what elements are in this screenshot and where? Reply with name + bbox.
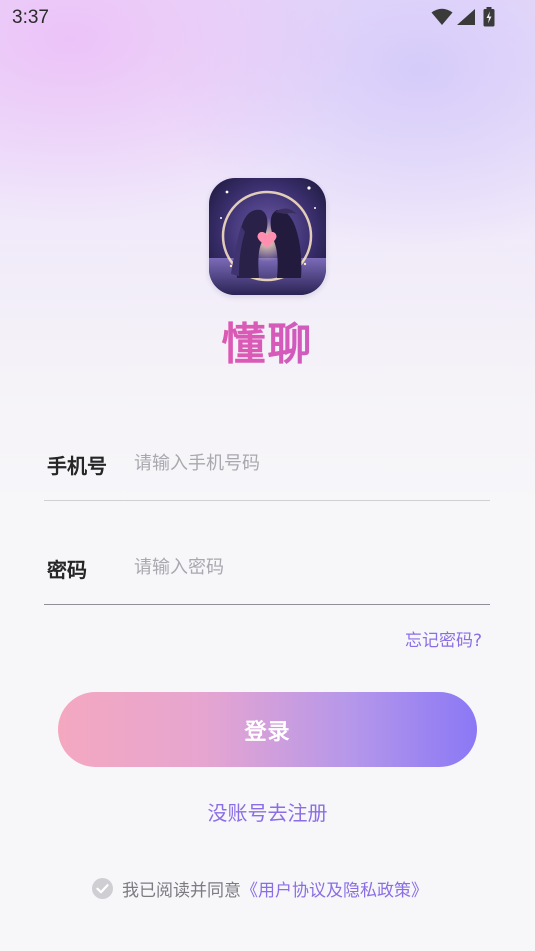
login-screen: 3:37 懂聊 手机号 请输入手机号码 密码 忘记密码? 登录 没账号去注册 我… [0, 0, 535, 951]
app-logo [209, 178, 326, 295]
check-icon [96, 883, 109, 893]
agreement-checkbox[interactable] [92, 877, 113, 899]
password-field: 密码 [44, 546, 490, 605]
login-button[interactable]: 登录 [58, 692, 477, 767]
password-label: 密码 [47, 558, 87, 582]
battery-icon [483, 7, 495, 27]
status-icons [431, 7, 495, 27]
status-bar: 3:37 [0, 0, 535, 36]
couple-logo-icon [209, 178, 326, 295]
register-link[interactable]: 没账号去注册 [0, 797, 535, 826]
cell-signal-icon [456, 8, 476, 26]
agreement-row: 我已阅读并同意 《用户协议及隐私政策》 [92, 876, 428, 901]
status-time: 3:37 [12, 7, 49, 28]
phone-label: 手机号 [47, 454, 107, 478]
agreement-policy-link[interactable]: 《用户协议及隐私政策》 [241, 876, 428, 901]
phone-input[interactable] [134, 444, 474, 482]
forgot-password-link[interactable]: 忘记密码? [405, 626, 482, 651]
agreement-prefix: 我已阅读并同意 [122, 880, 241, 901]
phone-field: 手机号 [44, 442, 490, 501]
wifi-icon [431, 8, 453, 26]
app-name: 懂聊 [0, 308, 535, 372]
password-input[interactable] [134, 548, 474, 586]
